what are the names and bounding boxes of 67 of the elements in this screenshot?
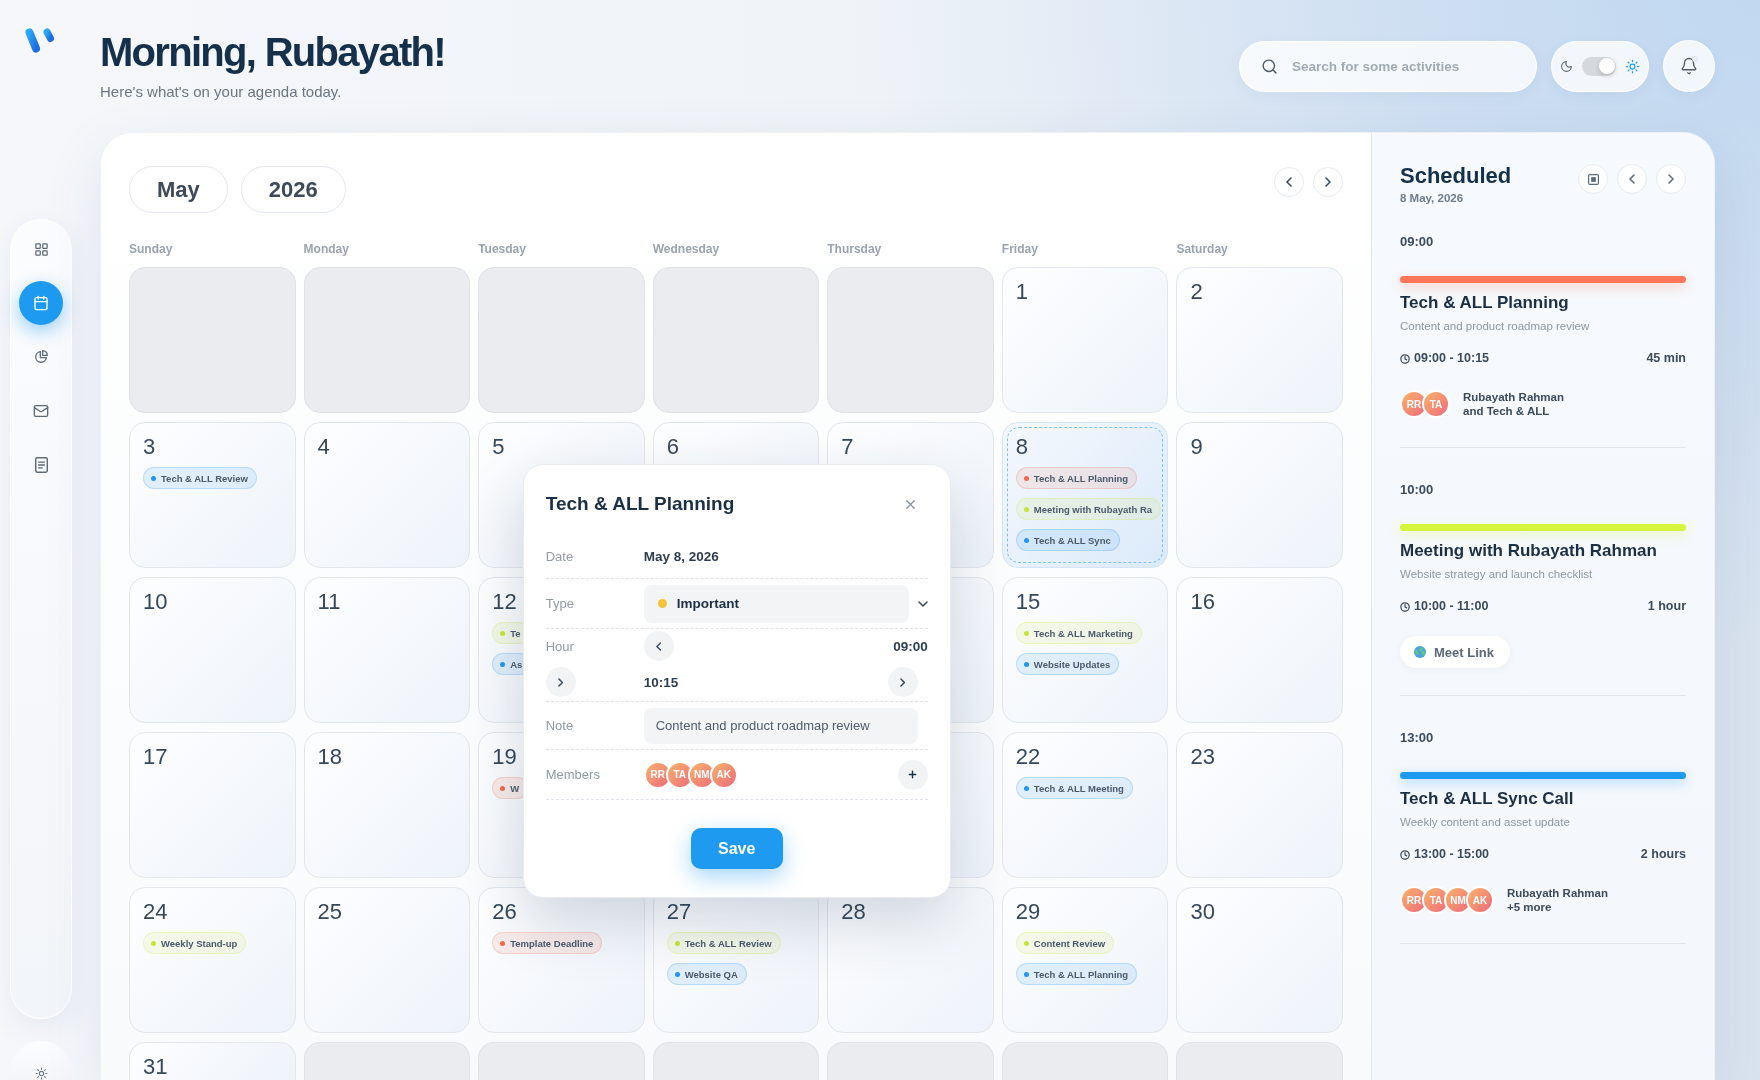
day-number: 2 bbox=[1190, 280, 1203, 304]
weekday-label: Monday bbox=[303, 242, 350, 257]
time-slot-label: 09:00 bbox=[1400, 234, 1435, 250]
day-number: 30 bbox=[1190, 900, 1215, 924]
day-number: 25 bbox=[317, 900, 343, 924]
panel-title: Scheduled bbox=[1400, 163, 1512, 189]
day-number: 6 bbox=[666, 435, 679, 459]
weekday-label: Tuesday bbox=[478, 242, 527, 257]
participants-text: Rubayath Rahman +5 more bbox=[1507, 886, 1609, 914]
event-description: Website strategy and launch checklist bbox=[1400, 567, 1594, 581]
weekday-label: Thursday bbox=[827, 242, 883, 257]
avatar: TA bbox=[1422, 390, 1450, 418]
field-label: Date bbox=[545, 549, 575, 564]
day-number: 7 bbox=[841, 435, 854, 459]
participants-text: Rubayath Rahman and Tech & ALL bbox=[1463, 390, 1565, 418]
time-slot-label: 13:00 bbox=[1400, 730, 1435, 746]
greeting-title: Morning, Rubayath! bbox=[100, 29, 445, 76]
day-number: 19 bbox=[492, 745, 517, 769]
event-title: Meeting with Rubayath Rahman bbox=[1400, 541, 1658, 561]
weekday-label: Saturday bbox=[1176, 242, 1229, 257]
day-number: 4 bbox=[317, 435, 330, 459]
day-number: 26 bbox=[492, 900, 517, 924]
event-title: Tech & ALL Planning bbox=[1400, 293, 1570, 313]
day-number: 23 bbox=[1190, 745, 1215, 769]
day-number: 27 bbox=[666, 900, 692, 924]
field-label: Members bbox=[545, 767, 601, 782]
greeting-subtitle: Here's what's on your agenda today. bbox=[100, 82, 343, 102]
day-number: 16 bbox=[1190, 590, 1215, 614]
weekday-label: Wednesday bbox=[652, 242, 721, 257]
day-number: 31 bbox=[143, 1055, 168, 1079]
day-number: 18 bbox=[317, 745, 343, 769]
time-range: 13:00 - 15:00 bbox=[1414, 847, 1490, 862]
day-number: 8 bbox=[1015, 435, 1029, 459]
day-number: 12 bbox=[492, 590, 517, 614]
field-value: May 8, 2026 bbox=[643, 549, 720, 564]
day-number: 10 bbox=[143, 590, 168, 614]
duration: 1 hour bbox=[1647, 599, 1686, 614]
day-number: 5 bbox=[492, 435, 505, 459]
day-number: 17 bbox=[143, 745, 168, 769]
duration: 2 hours bbox=[1640, 847, 1686, 862]
day-number: 3 bbox=[143, 435, 156, 459]
day-number: 1 bbox=[1015, 280, 1029, 304]
avatar: AK bbox=[709, 760, 738, 789]
event-description: Content and product roadmap review bbox=[1400, 319, 1591, 333]
day-number: 9 bbox=[1190, 435, 1203, 459]
day-number: 22 bbox=[1015, 745, 1041, 769]
event-title: Tech & ALL Sync Call bbox=[1400, 789, 1575, 809]
day-number: 24 bbox=[143, 900, 168, 924]
time-range: 09:00 - 10:15 bbox=[1414, 351, 1490, 366]
start-time: 09:00 bbox=[893, 638, 928, 654]
field-label: Hour bbox=[545, 638, 575, 654]
day-number: 15 bbox=[1015, 590, 1041, 614]
field-label: Note bbox=[545, 718, 575, 733]
event-description: Weekly content and asset update bbox=[1400, 815, 1571, 829]
end-time: 10:15 bbox=[643, 674, 679, 690]
panel-date: 8 May, 2026 bbox=[1400, 191, 1465, 205]
day-number: 11 bbox=[317, 590, 341, 614]
field-label: Type bbox=[545, 596, 575, 611]
day-number: 28 bbox=[841, 900, 866, 924]
avatar: AK bbox=[1466, 886, 1494, 914]
dialog-title: Tech & ALL Planning bbox=[545, 493, 735, 515]
time-range: 10:00 - 11:00 bbox=[1414, 599, 1489, 614]
weekday-label: Friday bbox=[1001, 242, 1039, 257]
weekday-label: Sunday bbox=[129, 242, 174, 257]
day-number: 29 bbox=[1015, 900, 1041, 924]
duration: 45 min bbox=[1646, 351, 1686, 366]
time-slot-label: 10:00 bbox=[1400, 482, 1435, 498]
